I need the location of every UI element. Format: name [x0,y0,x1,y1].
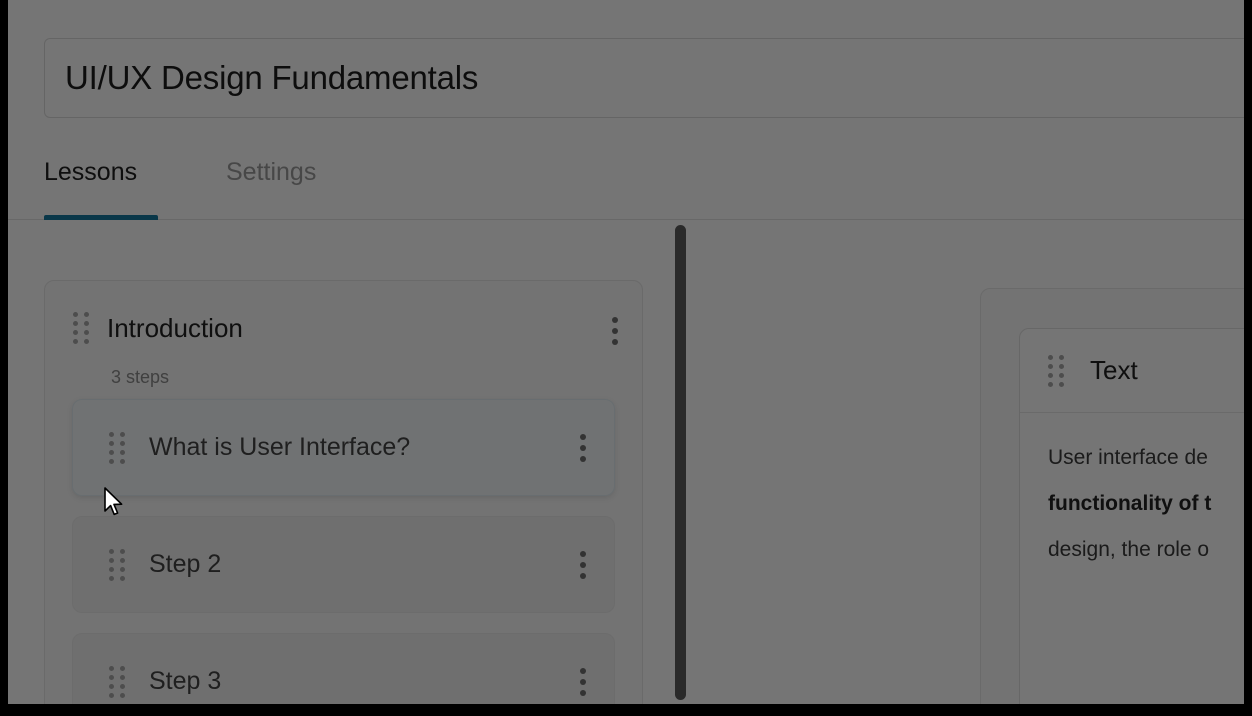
tab-bar: Lessons Settings [8,148,1244,220]
text-paragraph: User interface de [1048,446,1208,469]
step-row[interactable]: Step 2 [72,516,615,613]
step-list: What is User Interface? Step 2 Step 3 [45,399,642,704]
step-label: Step 2 [149,550,222,578]
step-row-selected[interactable]: What is User Interface? [72,399,615,496]
drag-handle-icon[interactable] [109,431,125,464]
drag-handle-icon[interactable] [1048,354,1064,387]
content-column: Text User interface de functionality of … [700,221,1244,704]
step-row[interactable]: Step 3 [72,633,615,704]
screen-frame: UI/UX Design Fundamentals Lessons Settin… [0,0,1252,716]
editor-body: Introduction 3 steps What is User Interf… [8,221,1244,704]
app-surface: UI/UX Design Fundamentals Lessons Settin… [8,0,1244,704]
step-label: Step 3 [149,667,222,695]
text-block-card[interactable]: Text User interface de functionality of … [1019,328,1244,704]
text-paragraph: design, the role o [1048,538,1210,561]
tab-settings-label: Settings [226,158,317,186]
drag-handle-icon[interactable] [73,312,89,344]
step-kebab-menu-icon[interactable] [580,550,586,579]
lesson-title: Introduction [107,312,243,343]
drag-handle-icon[interactable] [109,548,125,581]
text-block-header: Text [1020,329,1244,413]
course-title-input[interactable]: UI/UX Design Fundamentals [44,38,1244,118]
lesson-card[interactable]: Introduction 3 steps What is User Interf… [44,280,643,704]
step-kebab-menu-icon[interactable] [580,433,586,462]
lesson-kebab-menu-icon[interactable] [612,317,618,345]
lesson-card-header: Introduction 3 steps [45,281,642,401]
text-block-body[interactable]: User interface de functionality of t des… [1020,413,1244,573]
vertical-scrollbar[interactable] [675,225,686,700]
tab-lessons[interactable]: Lessons [44,148,158,220]
lesson-steps-count: 3 steps [111,367,170,387]
course-title-value: UI/UX Design Fundamentals [65,59,479,96]
text-paragraph-bold: functionality of t [1048,492,1212,515]
text-block-title: Text [1090,355,1138,385]
drag-handle-icon[interactable] [109,665,125,698]
scrollbar-thumb[interactable] [675,225,686,700]
tab-settings[interactable]: Settings [226,148,336,220]
step-label: What is User Interface? [149,433,411,461]
step-kebab-menu-icon[interactable] [580,667,586,696]
lesson-title-row: Introduction [73,312,243,344]
lesson-list-column: Introduction 3 steps What is User Interf… [8,221,680,704]
tab-lessons-label: Lessons [44,158,138,186]
tab-active-indicator [44,215,158,220]
content-panel: Text User interface de functionality of … [980,288,1244,704]
